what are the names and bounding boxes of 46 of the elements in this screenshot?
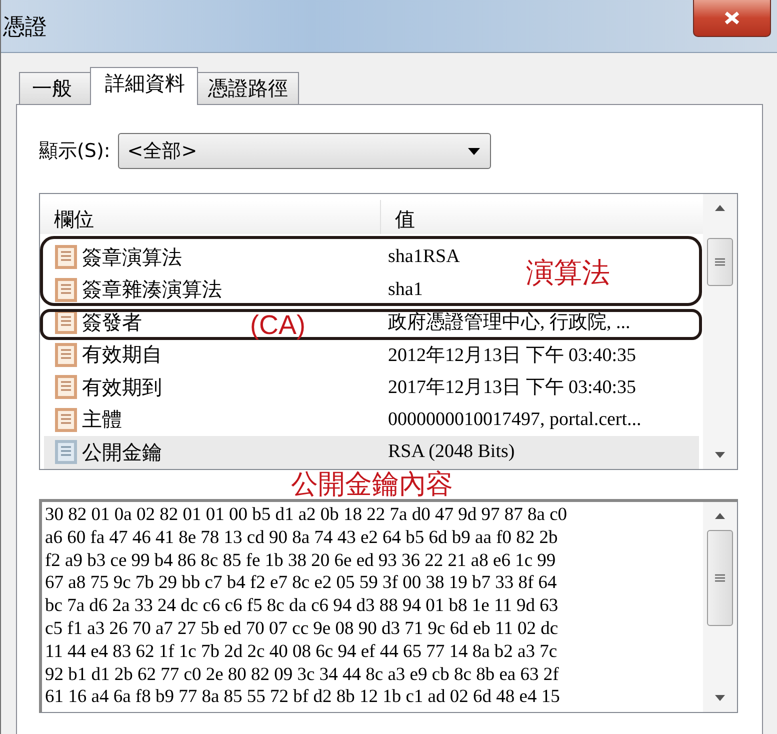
field-value: 2012年12月13日 下午 03:40:35 (388, 344, 636, 366)
hex-line: 92 b1 d1 2b 62 77 c0 2e 80 82 09 3c 34 44 8c a3 e9 cb 8c 8b ea 63 2f (45, 664, 560, 686)
selected-row[interactable]: 公開金鑰 RSA (2048 Bits) (44, 436, 699, 468)
show-dropdown[interactable]: <全部> (118, 133, 492, 169)
tab[interactable]: 一般 (19, 72, 91, 104)
field-name[interactable]: 公開金鑰 (82, 438, 162, 466)
hex-line: 11 44 e4 83 62 1f 1c 7b 2d 2c 40 08 6c 94 ef 44 65 77 14 8a b2 a3 7c (45, 640, 558, 664)
field-name[interactable]: 有效期自 (82, 341, 162, 368)
close-button[interactable] (693, 0, 771, 37)
hex-line: 61 16 a4 6a f8 b9 77 8a 85 55 72 bf d2 8b 12 1b c1 ad 02 6d 48 e4 15 (45, 686, 561, 710)
tab[interactable]: 詳細資料 (90, 67, 198, 105)
hex-line: 30 82 01 0a 02 82 01 01 00 b5 d1 a2 0b 18 22 7a d0 47 9d 97 87 8a c0 (45, 504, 568, 527)
field-value: 政府憑證管理中心, 行政院, ... (388, 312, 630, 334)
grip-icon (714, 258, 726, 266)
annotation-label: 演算法 (526, 255, 610, 291)
field-value: RSA (2048 Bits) (388, 441, 515, 462)
grip-icon (714, 574, 726, 582)
field-value: 0000000010017497, portal.cert... (388, 408, 642, 430)
field-value: 2017年12月13日 下午 03:40:35 (388, 377, 636, 398)
column-header[interactable]: 值 (381, 200, 415, 234)
hex-line: a6 60 fa 47 46 41 8e 78 13 cd 90 8a 74 43 e2 64 b5 6d b9 aa f0 82 2b (45, 526, 559, 550)
close-icon (723, 10, 741, 26)
show-label: 顯示(S): (39, 139, 110, 164)
hex-line: f2 a9 b3 ce 99 b4 86 8c 85 fe 1b 38 20 6e ed 93 36 22 21 a8 e6 1c 99 (45, 550, 557, 572)
document-icon[interactable] (54, 309, 78, 336)
scrollbar[interactable] (703, 194, 737, 469)
hex-line: c5 f1 a3 26 70 a7 27 5b ed 70 07 cc 9e 08 90 d3 71 9c 6d eb 11 02 dc (45, 618, 560, 641)
hex-line: bc 7a d6 2a 33 24 dc c6 c6 f5 8c da c6 94 d3 88 94 01 b8 1e 11 9d 63 (45, 595, 560, 618)
window-title: 憑證 (3, 14, 47, 42)
column-header[interactable]: 欄位 (40, 200, 381, 234)
tab[interactable]: 憑證路徑 (197, 72, 299, 104)
caret-icon (468, 148, 480, 154)
hex-line: 67 a8 75 9c 7b 29 bb c7 b4 f2 e7 8c e2 05 59 3f 00 38 19 b7 33 8f 64 (45, 572, 558, 596)
field-name[interactable]: 簽章演算法 (82, 244, 182, 271)
field-name[interactable]: 簽發者 (82, 308, 142, 336)
field-value: sha1 (388, 278, 423, 300)
key-content-field[interactable] (39, 499, 738, 713)
field-name[interactable]: 有效期到 (82, 374, 162, 401)
annotation-label: 公開金鑰內容 (291, 470, 453, 499)
scrollbar-thumb[interactable] (707, 530, 733, 626)
scrollbar-thumb[interactable] (707, 238, 733, 286)
annotation-label: (CA) (250, 310, 306, 341)
field-value: sha1RSA (388, 246, 460, 268)
field-name[interactable]: 簽章雜湊演算法 (82, 276, 222, 304)
scrollbar[interactable] (703, 502, 737, 712)
field-name[interactable]: 主體 (82, 406, 122, 434)
